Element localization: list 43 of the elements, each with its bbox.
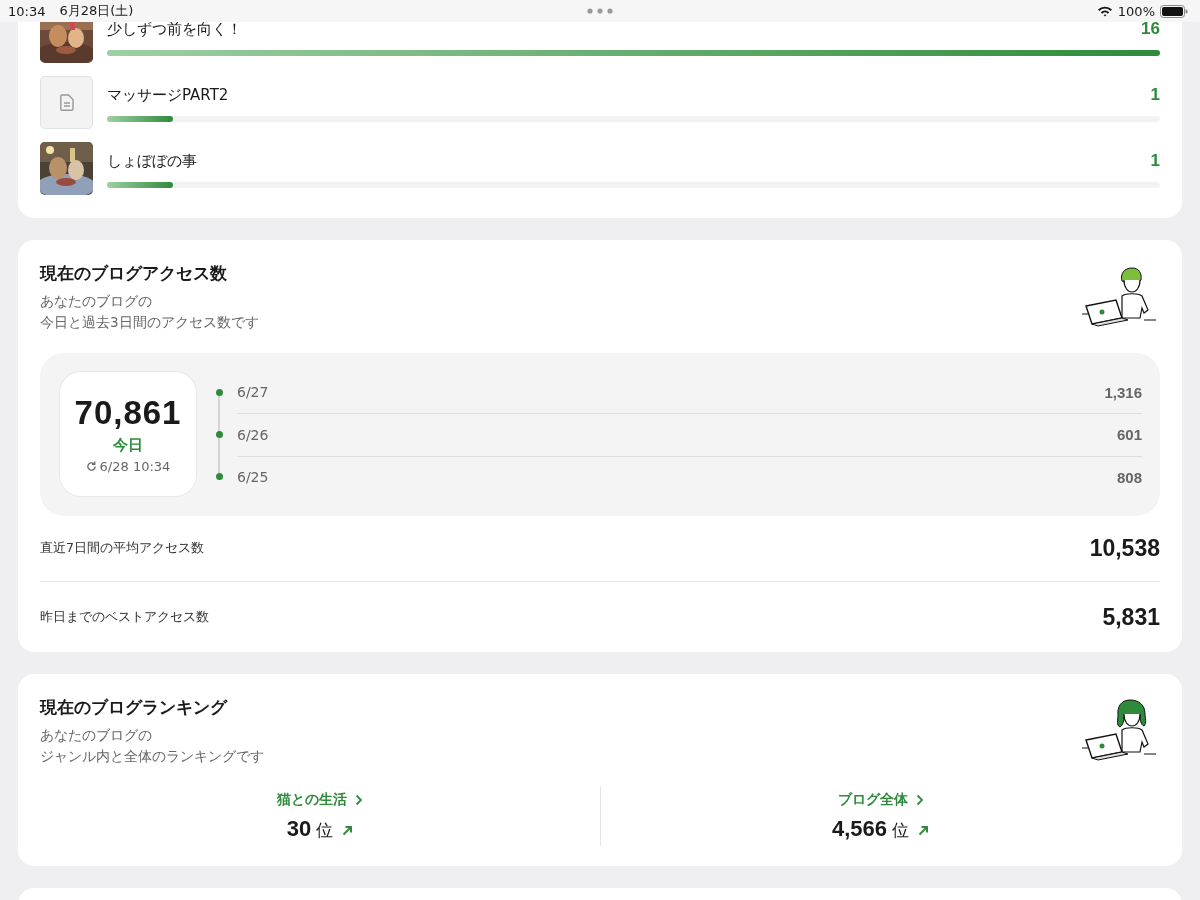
rank-value: 30 bbox=[286, 816, 312, 842]
rank-unit: 位 bbox=[316, 819, 334, 842]
post-title[interactable]: マッサージPART2 bbox=[107, 85, 229, 105]
section-description: あなたのブログの bbox=[40, 292, 153, 311]
multitasking-dots-icon[interactable] bbox=[587, 8, 613, 14]
ranking-link[interactable]: ブログ全体 bbox=[837, 791, 924, 809]
chevron-right-icon bbox=[915, 794, 924, 806]
updated-time: 6/28 10:34 bbox=[99, 459, 171, 474]
status-date: 6月28日(土) bbox=[59, 2, 134, 20]
battery-percent: 100% bbox=[1117, 3, 1155, 19]
access-count: 1 bbox=[1150, 85, 1160, 105]
document-icon bbox=[59, 94, 74, 111]
section-title: 現在のブログアクセス数 bbox=[40, 262, 228, 285]
section-description: 今日と過去3日間のアクセス数です bbox=[40, 313, 259, 332]
stat-label: 昨日までのベストアクセス数 bbox=[40, 608, 209, 626]
post-title[interactable]: しょぼぼの事 bbox=[107, 151, 197, 171]
today-label: 今日 bbox=[113, 436, 143, 455]
rank-value: 4,566 bbox=[831, 816, 888, 842]
history-count: 601 bbox=[1116, 426, 1142, 444]
history-date: 6/25 bbox=[237, 469, 269, 486]
timeline-dot bbox=[215, 431, 223, 438]
chevron-right-icon bbox=[355, 794, 363, 806]
today-count: 70,861 bbox=[74, 394, 182, 432]
access-count: 16 bbox=[1141, 22, 1160, 39]
status-time: 10:34 bbox=[8, 3, 46, 19]
battery-icon bbox=[1160, 4, 1188, 18]
stat-value: 10,538 bbox=[1089, 535, 1160, 562]
stat-value: 5,831 bbox=[1102, 603, 1160, 631]
refresh-icon bbox=[85, 461, 97, 472]
access-count: 1 bbox=[1150, 151, 1160, 171]
timeline-dot bbox=[215, 473, 223, 481]
history-date: 6/26 bbox=[237, 427, 269, 443]
rank-unit: 位 bbox=[892, 819, 910, 842]
section-description: あなたのブログの bbox=[40, 726, 153, 745]
section-description: ジャンル内と全体のランキングです bbox=[40, 747, 264, 766]
stat-label: 直近7日間の平均アクセス数 bbox=[40, 540, 204, 557]
ranking-link[interactable]: 猫との生活 bbox=[277, 791, 363, 809]
history-count: 808 bbox=[1116, 468, 1142, 486]
section-title: 現在のブログランキング bbox=[40, 696, 229, 719]
timeline-dot bbox=[215, 388, 223, 396]
wifi-icon bbox=[1096, 5, 1113, 17]
history-count: 1,316 bbox=[1104, 383, 1142, 401]
history-date: 6/27 bbox=[237, 384, 269, 401]
